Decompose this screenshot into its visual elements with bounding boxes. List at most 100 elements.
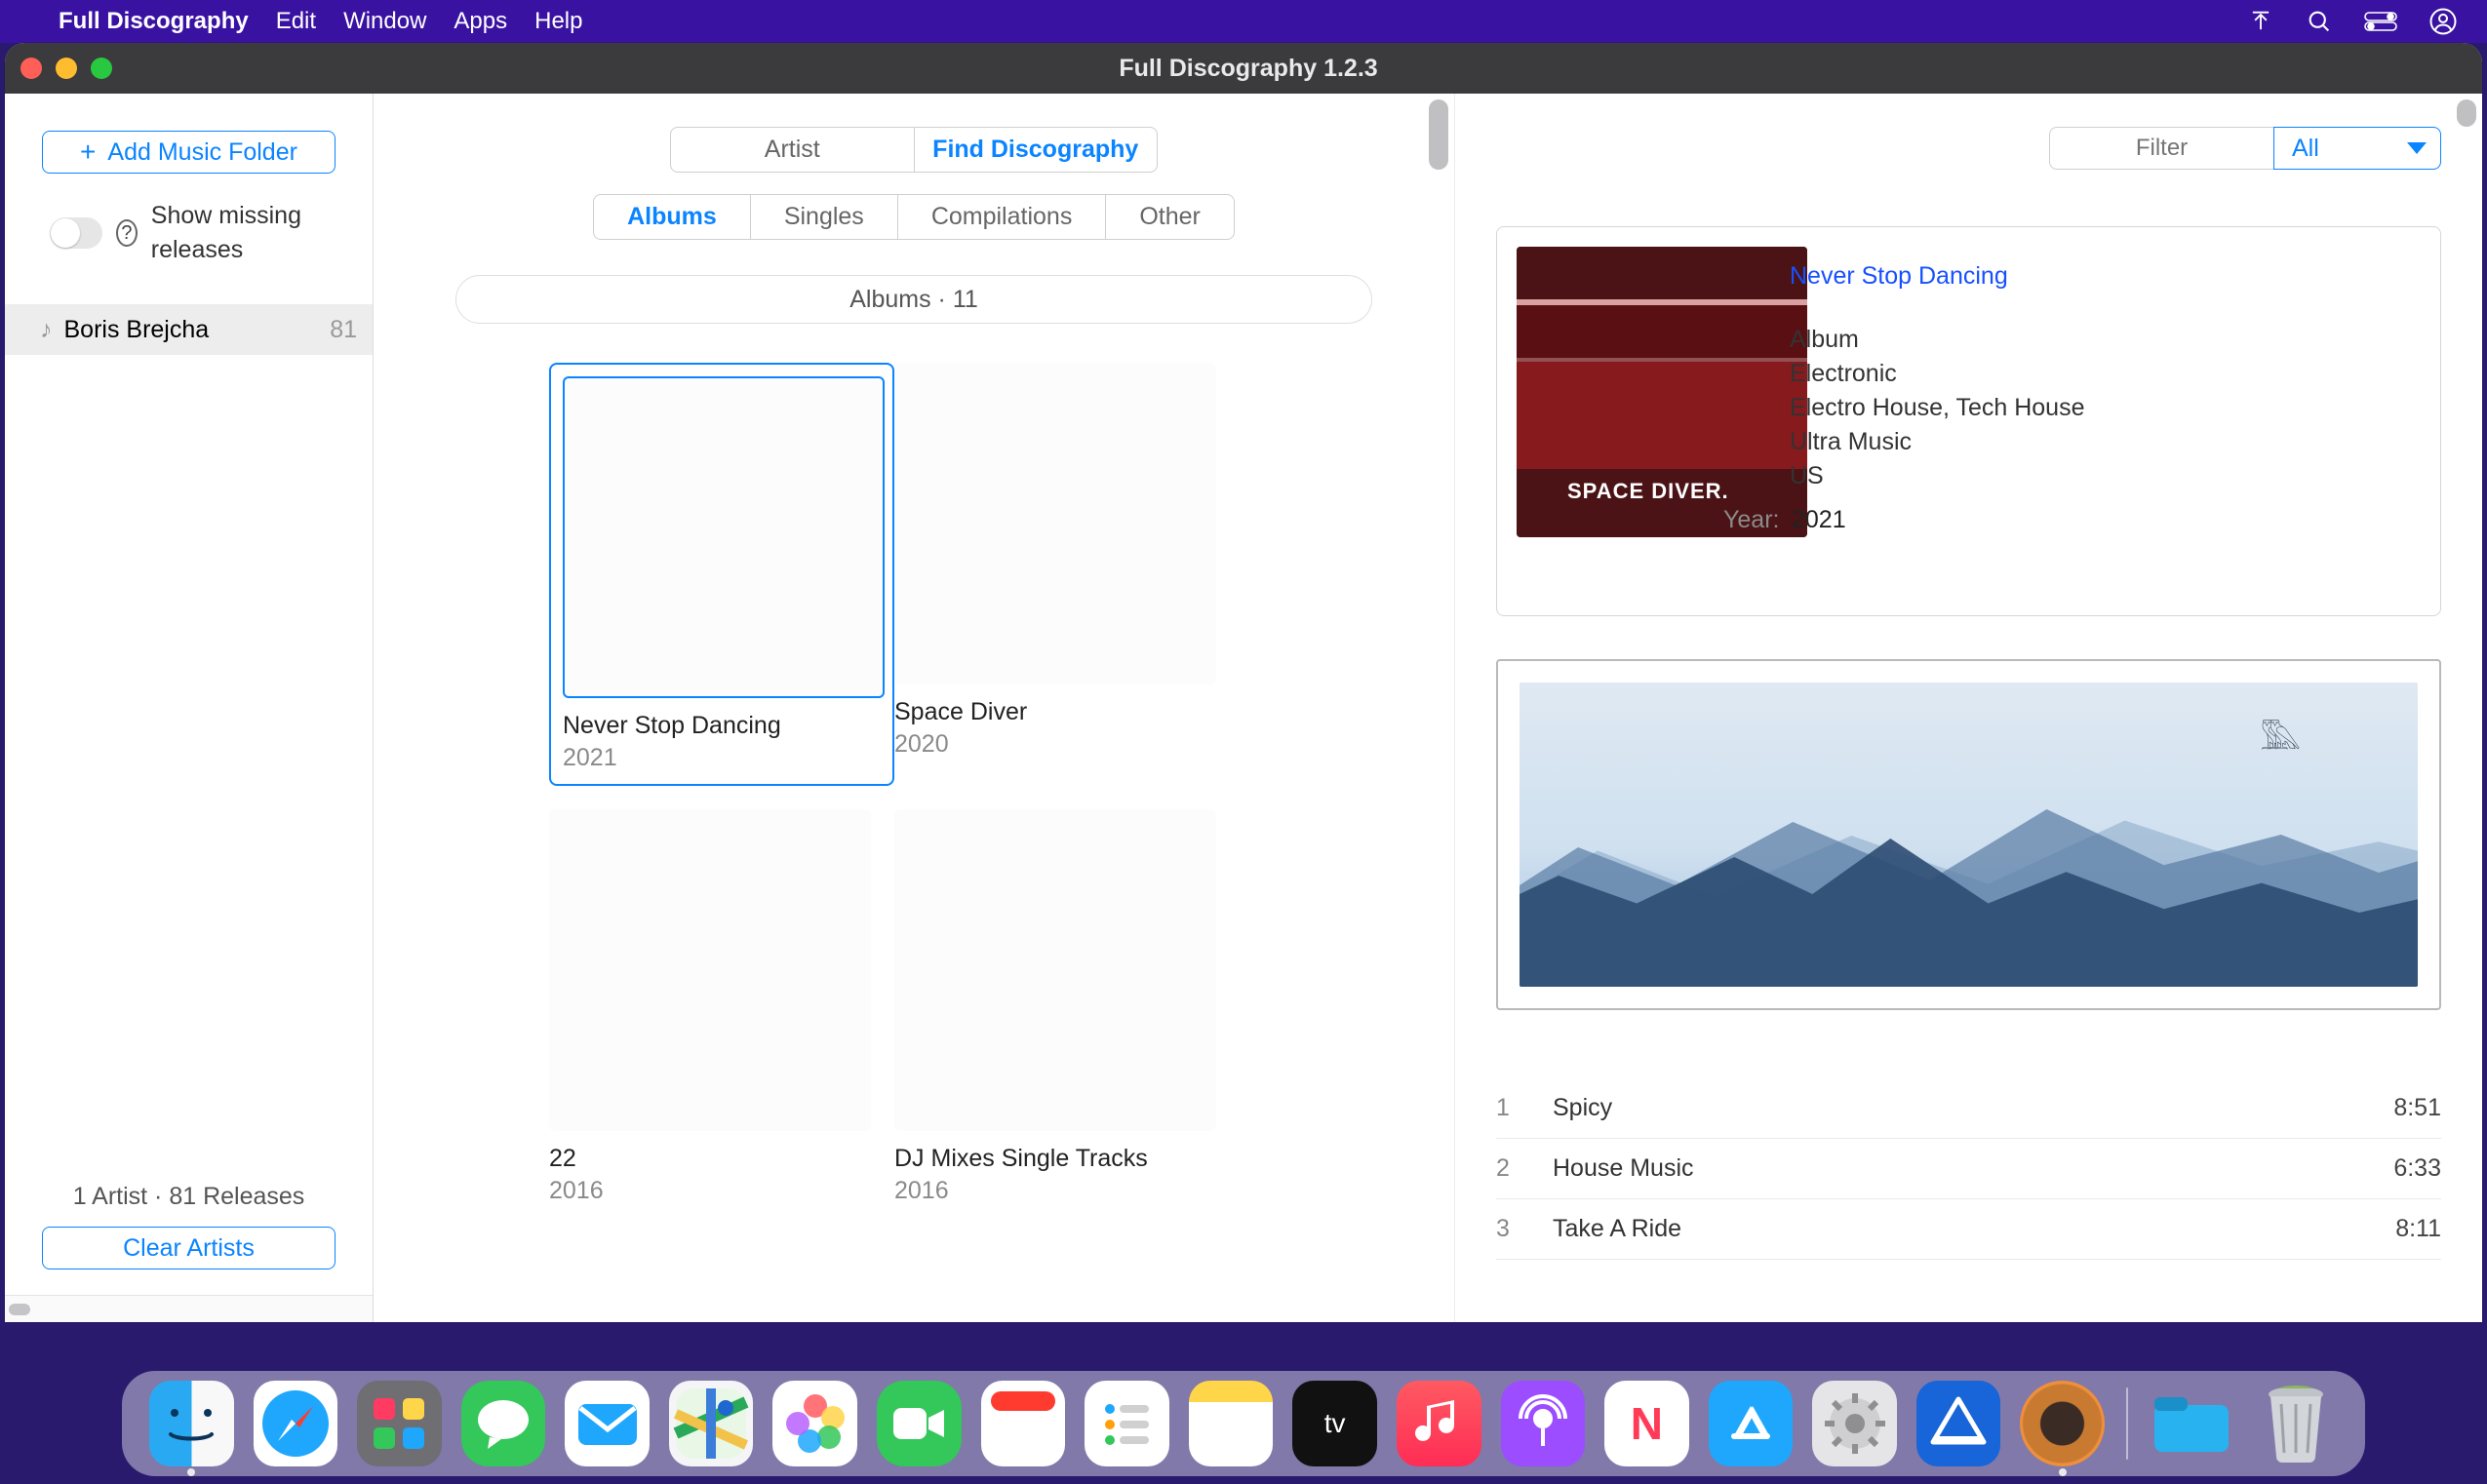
- detail-pane-vscroll-thumb[interactable]: [2457, 99, 2476, 127]
- artist-list: ♪ Boris Brejcha 81: [5, 304, 373, 1183]
- release-genre: Electronic: [1790, 357, 2084, 391]
- album-card[interactable]: 22 2016: [549, 809, 894, 1223]
- sidebar-hscroll-thumb[interactable]: [9, 1304, 30, 1315]
- window-minimize-button[interactable]: [56, 58, 77, 79]
- track-title: House Music: [1553, 1154, 2353, 1183]
- sidebar: + Add Music Folder ? Show missing releas…: [5, 94, 374, 1322]
- album-cover: [894, 363, 1216, 684]
- status-user-icon[interactable]: [2428, 7, 2458, 36]
- release-style: Electro House, Tech House: [1790, 391, 2084, 425]
- release-label: Ultra Music: [1790, 425, 2084, 459]
- artwork-card: 𓅔: [1496, 659, 2441, 1010]
- status-search-icon[interactable]: [2306, 8, 2333, 35]
- track-list: 1 Spicy 8:51 2 House Music 6:33 3 Take A…: [1496, 1078, 2441, 1260]
- dock-news-icon[interactable]: N: [1604, 1381, 1689, 1466]
- artist-find-segment: Artist Find Discography: [670, 127, 1158, 173]
- clear-artists-button[interactable]: Clear Artists: [42, 1227, 336, 1269]
- status-control-center-icon[interactable]: [2364, 11, 2397, 32]
- segment-other[interactable]: Other: [1106, 195, 1234, 239]
- track-row[interactable]: 2 House Music 6:33: [1496, 1139, 2441, 1199]
- album-card[interactable]: DJ Mixes Single Tracks 2016: [894, 809, 1240, 1223]
- detail-pane: All SPACE DIVER. Never Stop Dancing Albu…: [1454, 94, 2482, 1322]
- menubar-app-name[interactable]: Full Discography: [59, 8, 249, 35]
- release-title-link[interactable]: Never Stop Dancing: [1790, 262, 2008, 291]
- dock-settings-icon[interactable]: [1812, 1381, 1897, 1466]
- track-duration: 8:51: [2353, 1094, 2441, 1122]
- menu-apps[interactable]: Apps: [454, 8, 507, 35]
- dock-messages-icon[interactable]: [461, 1381, 546, 1466]
- release-country: US: [1790, 459, 2084, 493]
- menu-help[interactable]: Help: [534, 8, 582, 35]
- album-card[interactable]: Space Diver 2020: [894, 363, 1240, 786]
- release-field-values: Album Electronic Electro House, Tech Hou…: [1790, 323, 2084, 493]
- track-title: Take A Ride: [1553, 1215, 2353, 1243]
- segment-artist[interactable]: Artist: [671, 128, 915, 172]
- album-title: Space Diver: [894, 698, 1240, 726]
- album-pane: Artist Find Discography Albums Singles C…: [374, 94, 1454, 1322]
- album-card[interactable]: Never Stop Dancing 2021: [549, 363, 894, 786]
- track-number: 3: [1496, 1215, 1553, 1243]
- show-missing-label: Show missing releases: [151, 199, 336, 267]
- menu-edit[interactable]: Edit: [276, 8, 316, 35]
- artist-release-count: 81: [330, 316, 357, 344]
- dock-maps-icon[interactable]: [669, 1381, 754, 1466]
- release-cover-text: SPACE DIVER.: [1567, 479, 1729, 504]
- help-icon[interactable]: ?: [116, 219, 138, 247]
- dock-trash-icon[interactable]: [2254, 1381, 2339, 1466]
- release-info-card: SPACE DIVER. Never Stop Dancing Album El…: [1496, 226, 2441, 616]
- dock-podcasts-icon[interactable]: [1501, 1381, 1586, 1466]
- sidebar-hscrollbar[interactable]: [5, 1295, 373, 1322]
- dock-calendar-icon[interactable]: [981, 1381, 1066, 1466]
- track-number: 2: [1496, 1154, 1553, 1183]
- album-year: 2016: [894, 1177, 1240, 1205]
- dock-separator: [2126, 1387, 2128, 1460]
- macos-menubar: Full Discography Edit Window Apps Help: [0, 0, 2487, 43]
- dock-safari-icon[interactable]: [254, 1381, 338, 1466]
- segment-compilations[interactable]: Compilations: [898, 195, 1107, 239]
- window-close-button[interactable]: [20, 58, 42, 79]
- window-titlebar[interactable]: Full Discography 1.2.3: [5, 43, 2482, 94]
- dock-mail-icon[interactable]: [565, 1381, 650, 1466]
- album-cover: [894, 809, 1216, 1131]
- dock-appstore-icon[interactable]: [1709, 1381, 1794, 1466]
- chevron-down-icon: [2407, 142, 2427, 154]
- bird-icon: 𓅔: [2260, 710, 2301, 759]
- albums-count-pill[interactable]: Albums · 11: [455, 275, 1372, 324]
- track-title: Spicy: [1553, 1094, 2353, 1122]
- dock-music-icon[interactable]: [1397, 1381, 1481, 1466]
- filter-all-select[interactable]: All: [2273, 127, 2441, 170]
- add-music-folder-button[interactable]: + Add Music Folder: [42, 131, 336, 174]
- track-row[interactable]: 1 Spicy 8:51: [1496, 1078, 2441, 1139]
- dock-tv-icon[interactable]: tv: [1292, 1381, 1377, 1466]
- segment-albums[interactable]: Albums: [594, 195, 751, 239]
- track-row[interactable]: 3 Take A Ride 8:11: [1496, 1199, 2441, 1260]
- dock-app-icon[interactable]: [2020, 1381, 2105, 1466]
- sidebar-summary: 1 Artist · 81 Releases: [5, 1183, 373, 1211]
- dock-facetime-icon[interactable]: [877, 1381, 962, 1466]
- window-title: Full Discography 1.2.3: [132, 55, 2482, 83]
- artist-row[interactable]: ♪ Boris Brejcha 81: [5, 304, 373, 355]
- dock-downloads-icon[interactable]: [2150, 1381, 2234, 1466]
- dock-reminders-icon[interactable]: [1085, 1381, 1169, 1466]
- album-cover: [549, 809, 871, 1131]
- dock-xcode-icon[interactable]: [1916, 1381, 2001, 1466]
- release-cover: SPACE DIVER.: [1517, 247, 1807, 537]
- menu-window[interactable]: Window: [343, 8, 426, 35]
- dock-finder-icon[interactable]: [149, 1381, 234, 1466]
- album-title: DJ Mixes Single Tracks: [894, 1145, 1240, 1173]
- dock-photos-icon[interactable]: [772, 1381, 857, 1466]
- segment-find-discography[interactable]: Find Discography: [915, 128, 1158, 172]
- filter-input[interactable]: [2049, 127, 2273, 170]
- status-upload-icon[interactable]: [2247, 8, 2274, 35]
- dock-launchpad-icon[interactable]: [357, 1381, 442, 1466]
- segment-singles[interactable]: Singles: [751, 195, 898, 239]
- window-zoom-button[interactable]: [91, 58, 112, 79]
- show-missing-toggle[interactable]: [50, 217, 102, 249]
- filter-all-label: All: [2292, 135, 2319, 163]
- release-type-segment: Albums Singles Compilations Other: [593, 194, 1235, 240]
- dock-notes-icon[interactable]: [1189, 1381, 1274, 1466]
- artwork-image: 𓅔: [1520, 683, 2418, 987]
- album-title: Never Stop Dancing: [563, 712, 881, 740]
- release-year-value: 2021: [1792, 506, 1846, 534]
- app-window: Full Discography 1.2.3 + Add Music Folde…: [5, 43, 2482, 1322]
